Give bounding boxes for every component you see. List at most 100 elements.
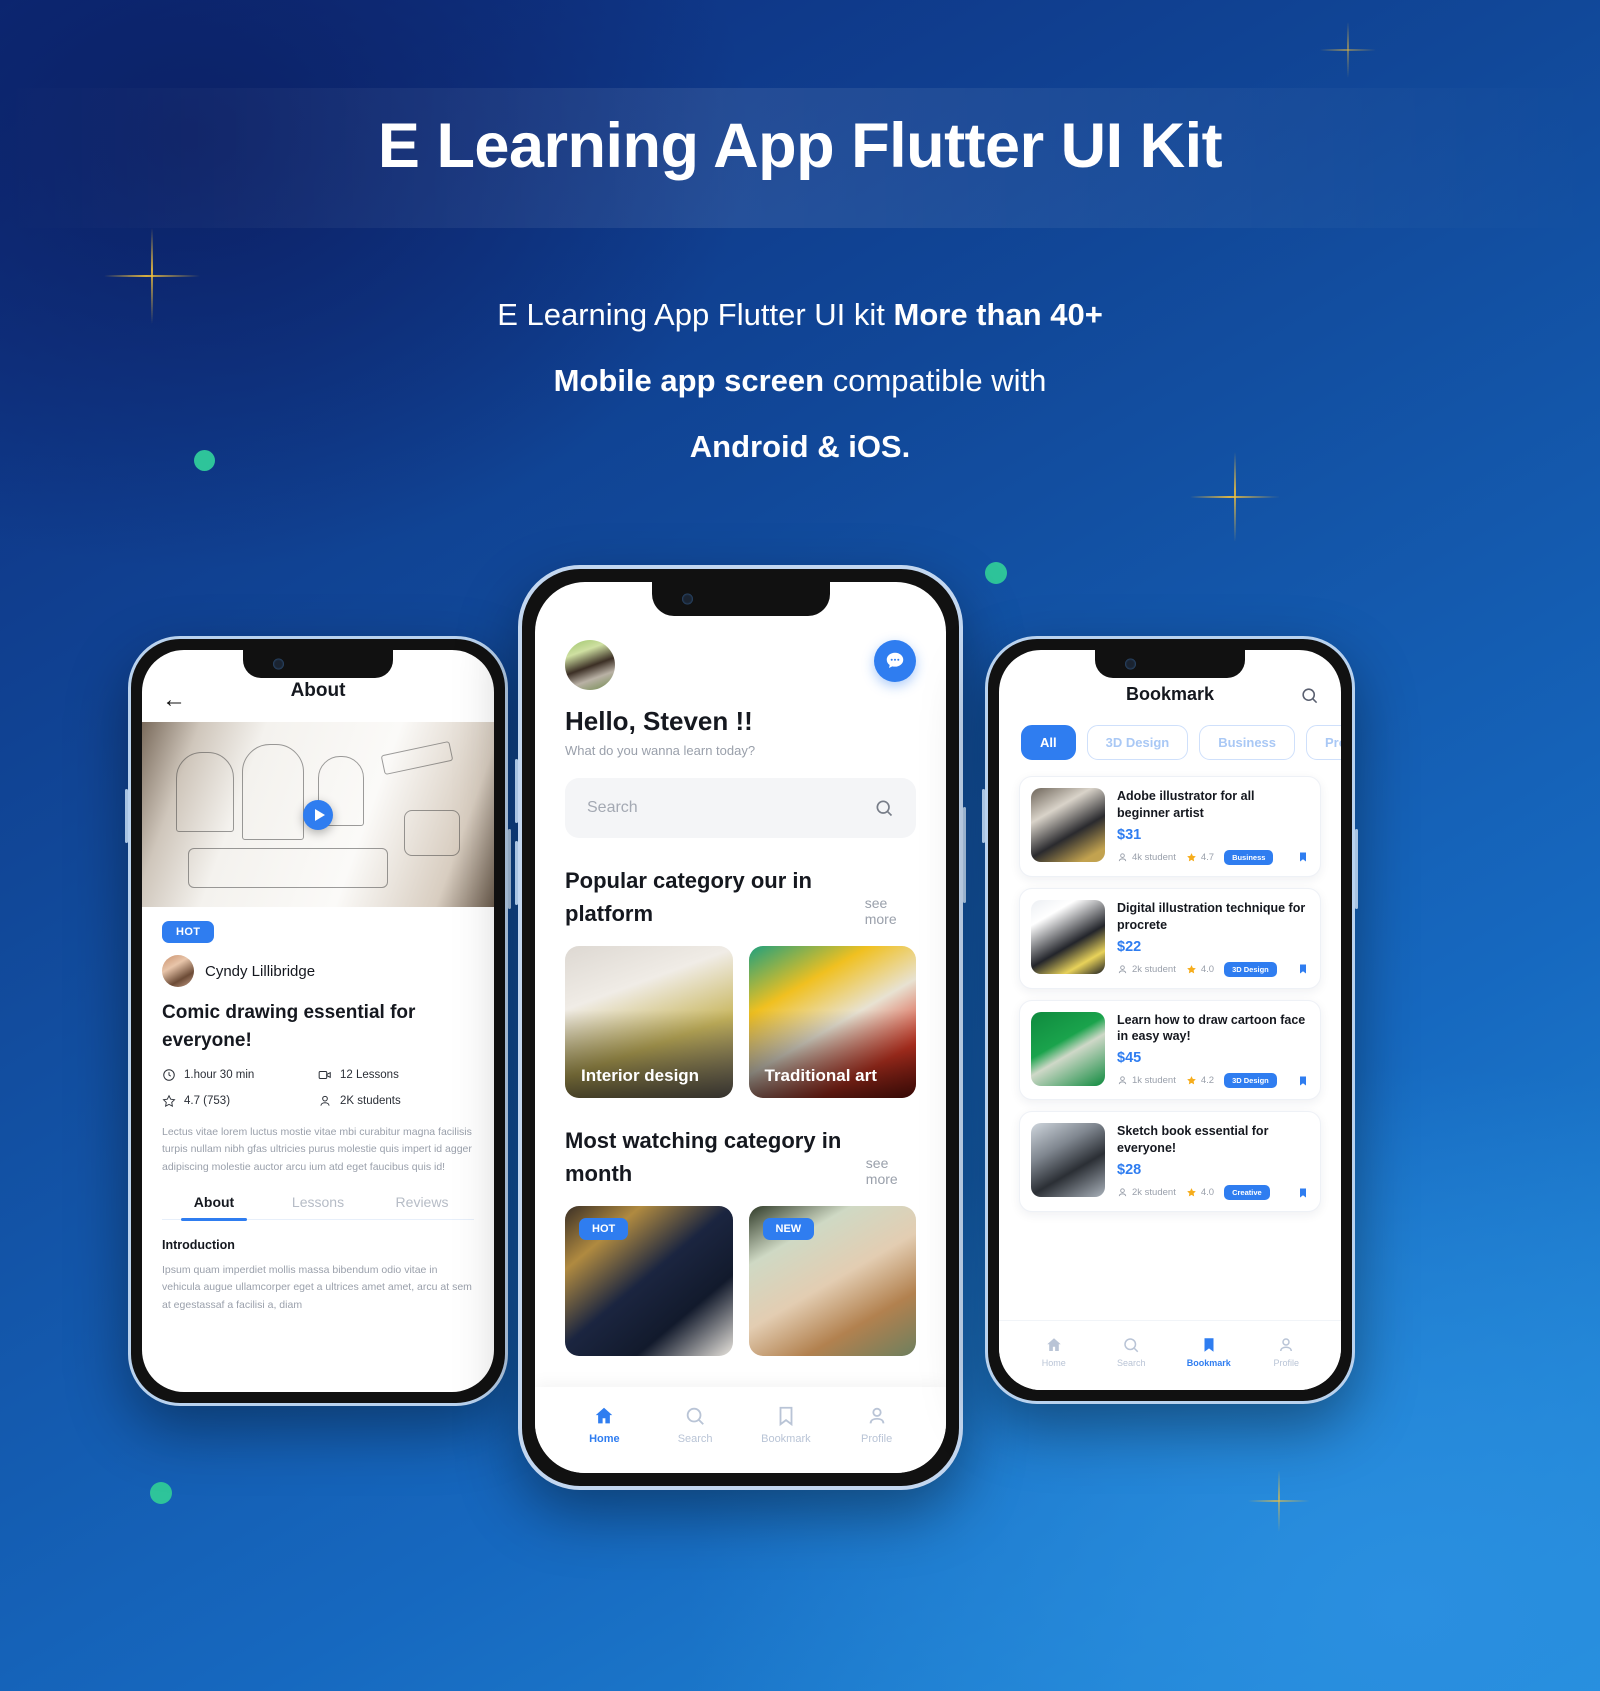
hot-badge: HOT [162, 921, 215, 943]
tab-reviews[interactable]: Reviews [370, 1194, 474, 1219]
search-input[interactable]: Search [565, 778, 916, 838]
rating-label: 4.7 [1200, 851, 1215, 863]
star-icon [1186, 964, 1197, 975]
subtitle-line2-bold: Mobile app screen [553, 363, 825, 398]
nav-item-bookmark[interactable]: Bookmark [1170, 1336, 1248, 1368]
nav-label: Profile [1273, 1357, 1299, 1368]
play-icon[interactable] [303, 799, 333, 830]
front-camera-icon [273, 658, 284, 670]
course-thumbnail [1031, 1011, 1105, 1086]
bookmark-icon[interactable] [1297, 1186, 1309, 1200]
search-icon[interactable] [1300, 686, 1319, 705]
nav-item-search[interactable]: Search [1093, 1336, 1171, 1368]
course-price: $31 [1117, 826, 1142, 843]
course-thumbnail [1031, 899, 1105, 974]
introduction-heading: Introduction [162, 1238, 235, 1253]
nav-item-search[interactable]: Search [650, 1405, 741, 1445]
home-header: Hello, Steven !! What do you wanna learn… [535, 582, 946, 930]
profile-icon [866, 1405, 888, 1427]
page-subtitle: E Learning App Flutter UI kit More than … [0, 282, 1600, 480]
decorative-dot-mid [985, 562, 1007, 584]
course-rating: 4.0 [1186, 1187, 1214, 1198]
category-pill: 3D Design [1224, 1073, 1277, 1089]
bookmark-card[interactable]: Adobe illustrator for all beginner artis… [1019, 776, 1321, 877]
course-thumbnail [1031, 788, 1105, 862]
category-card-interior-design[interactable]: Interior design [565, 946, 733, 1098]
subtitle-line1-plain: E Learning App Flutter UI kit [497, 297, 894, 332]
category-pill: Business [1224, 849, 1274, 865]
bookmark-card[interactable]: Digital illustration technique for procr… [1019, 887, 1321, 989]
bookmark-card[interactable]: Learn how to draw cartoon face in easy w… [1019, 999, 1321, 1101]
bookmark-icon [1200, 1336, 1218, 1354]
nav-label: Search [1116, 1357, 1146, 1368]
person-icon [318, 1094, 332, 1108]
sketch-detail [242, 744, 304, 840]
bookmark-bottom-nav: Home Search Bookmark Profile [999, 1320, 1341, 1390]
phone-mockup-about: ← About HOT Cyndy Lillibridge Comic draw… [125, 636, 511, 1406]
subtitle-line1-bold: More than 40+ [893, 297, 1103, 332]
nav-label: Search [677, 1433, 713, 1445]
search-placeholder: Search [587, 799, 638, 816]
chat-bubble-icon[interactable] [874, 640, 916, 682]
sketch-detail [404, 810, 460, 856]
course-name: Learn how to draw cartoon face in easy w… [1117, 1012, 1306, 1044]
student-count-label: 2k student [1132, 1187, 1176, 1198]
bookmark-icon[interactable] [1297, 850, 1309, 864]
author-row[interactable]: Cyndy Lillibridge [162, 955, 474, 987]
category-card-label: Interior design [581, 1066, 700, 1085]
meta-lessons-label: 12 Lessons [340, 1069, 399, 1082]
bookmark-title: Bookmark [1125, 684, 1215, 704]
front-camera-icon [681, 593, 693, 605]
meta-duration: 1.hour 30 min [162, 1068, 318, 1082]
tab-lessons[interactable]: Lessons [266, 1194, 370, 1219]
popular-see-more-link[interactable]: see more [865, 895, 916, 930]
most-watching-see-more-link[interactable]: see more [866, 1155, 916, 1190]
meta-students-label: 2K students [340, 1095, 401, 1108]
most-watching-cards: HOT NEW [535, 1206, 946, 1356]
filter-chip-programming[interactable]: Programming [1306, 725, 1341, 760]
nav-item-home[interactable]: Home [559, 1405, 650, 1445]
category-pill: 3D Design [1224, 961, 1277, 977]
course-hero-image[interactable] [142, 722, 494, 907]
about-screen: ← About HOT Cyndy Lillibridge Comic draw… [142, 650, 494, 1392]
course-meta: 2k student 4.0 3D Design [1117, 961, 1309, 977]
watch-card-new[interactable]: NEW [748, 1206, 916, 1356]
rating-label: 4.2 [1200, 1075, 1215, 1087]
meta-rating-label: 4.7 (753) [184, 1095, 231, 1108]
star-icon [1186, 852, 1197, 863]
bookmark-icon[interactable] [1297, 962, 1309, 976]
nav-item-profile[interactable]: Profile [1248, 1336, 1326, 1368]
user-avatar[interactable] [565, 640, 615, 690]
student-count-label: 2k student [1132, 963, 1176, 975]
student-count: 1k student [1117, 1075, 1176, 1086]
greeting-text: Hello, Steven !! [565, 706, 753, 736]
category-card-traditional-art[interactable]: Traditional art [748, 946, 916, 1098]
course-price: $28 [1117, 1162, 1142, 1178]
subtitle-line3-bold: Android & iOS. [689, 429, 911, 464]
tab-about[interactable]: About [162, 1194, 266, 1221]
filter-chip-3d-design[interactable]: 3D Design [1086, 725, 1189, 760]
filter-chip-business[interactable]: Business [1199, 725, 1296, 760]
most-watching-title: Most watching category in month [565, 1128, 842, 1186]
popular-category-cards: Interior design Traditional art [535, 946, 946, 1098]
person-icon [1117, 1187, 1128, 1198]
phone-mockup-home: Hello, Steven !! What do you wanna learn… [515, 565, 966, 1490]
filter-chip-all[interactable]: All [1021, 725, 1076, 760]
student-count-label: 4k student [1132, 851, 1176, 863]
search-icon[interactable] [874, 798, 894, 818]
bookmark-filter-chips: All 3D Design Business Programming [999, 725, 1341, 760]
course-name: Adobe illustrator for all beginner artis… [1117, 789, 1255, 820]
nav-item-profile[interactable]: Profile [831, 1405, 922, 1445]
decorative-dot-bottom [150, 1482, 172, 1504]
popular-category-header: Popular category our in platform see mor… [565, 864, 916, 930]
bookmark-icon[interactable] [1297, 1074, 1309, 1088]
meta-lessons: 12 Lessons [318, 1068, 474, 1082]
phone-center-volume-down-button [515, 841, 518, 905]
bookmark-card[interactable]: Sketch book essential for everyone! $28 … [1019, 1111, 1321, 1212]
hot-tag: HOT [579, 1218, 629, 1240]
nav-item-bookmark[interactable]: Bookmark [741, 1405, 832, 1445]
watch-card-hot[interactable]: HOT [565, 1206, 733, 1356]
nav-item-home[interactable]: Home [1015, 1336, 1093, 1368]
phone-center-volume-button [515, 759, 518, 823]
nav-label: Bookmark [761, 1433, 811, 1445]
